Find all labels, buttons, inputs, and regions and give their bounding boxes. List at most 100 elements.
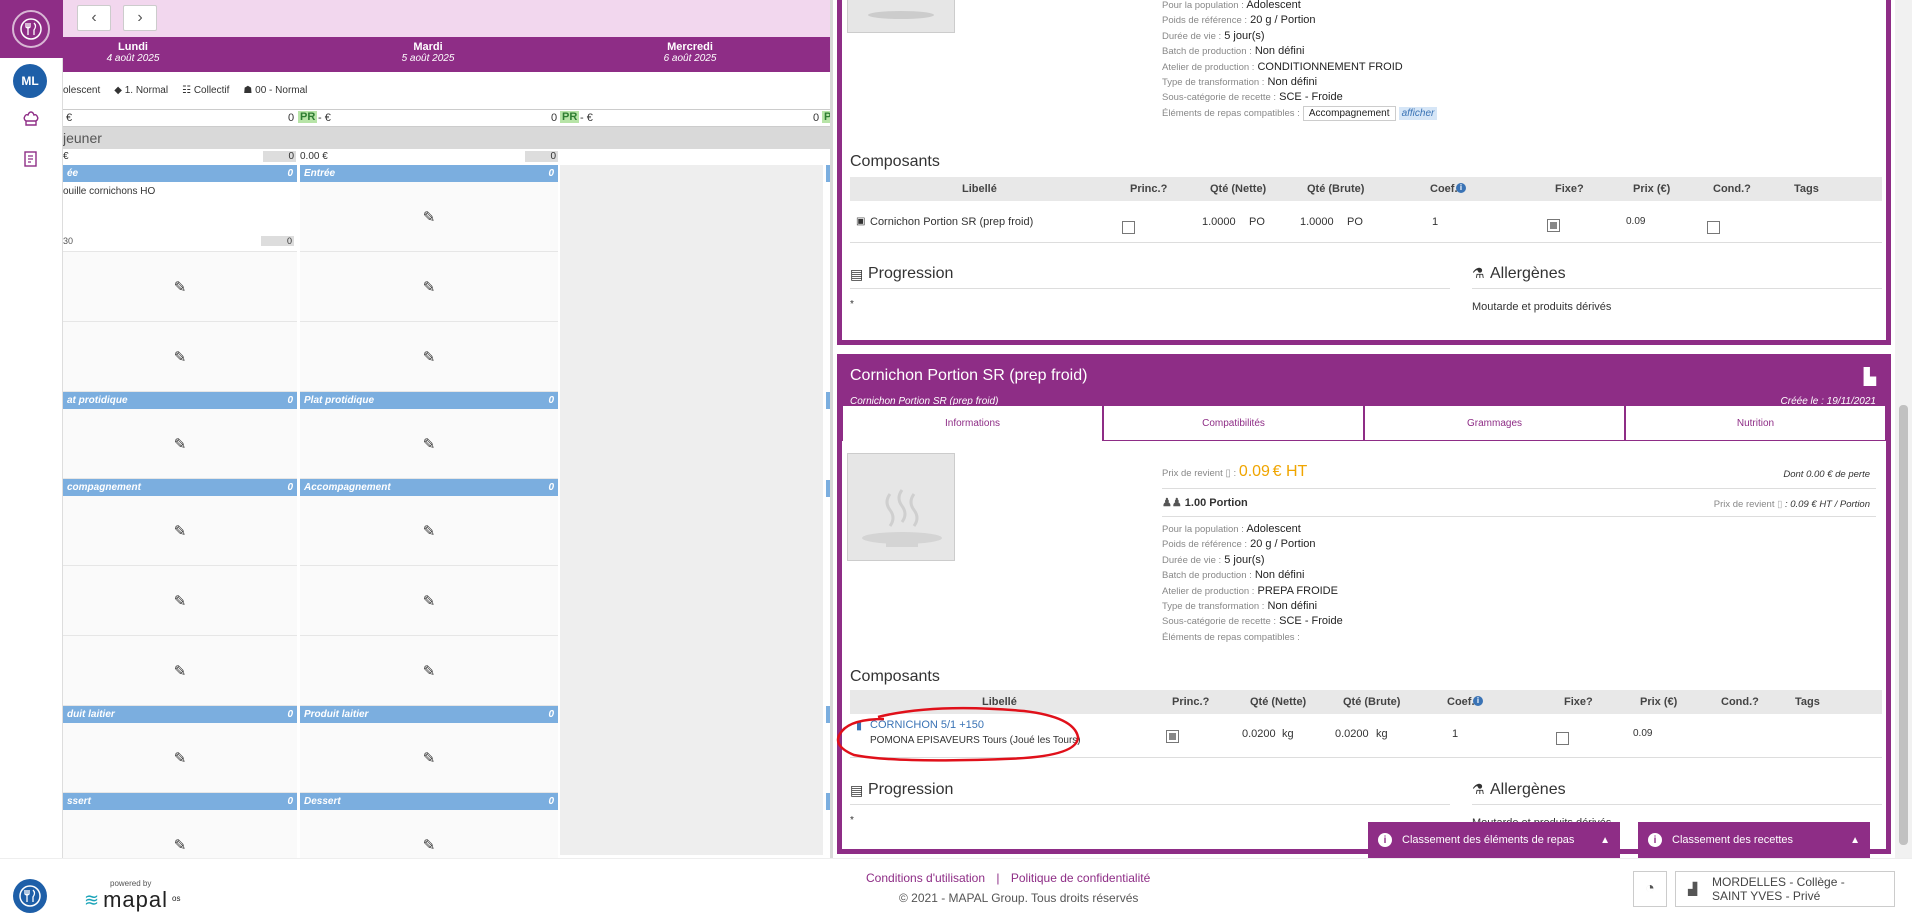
day-header-mercredi[interactable]: Mercredi 6 août 2025 [590, 41, 790, 64]
filter-type[interactable]: ☷ Collectif [182, 85, 229, 96]
day-header-lundi[interactable]: Lundi 4 août 2025 [63, 41, 233, 64]
afficher-link[interactable]: afficher [1398, 106, 1438, 120]
drop-icon: ◆ [114, 85, 125, 96]
empty-slot[interactable]: ✎ [300, 322, 558, 392]
category-count: 0 [548, 709, 554, 720]
tab-informations[interactable]: Informations [842, 405, 1103, 441]
tab-grammages[interactable]: Grammages [1364, 405, 1625, 441]
chef-hat-icon[interactable] [21, 110, 41, 130]
vertical-scrollbar[interactable] [1895, 0, 1912, 858]
prix-revient-row: Prix de revient ▯ : 0.09 € HT [1162, 463, 1307, 481]
dish-card[interactable]: ouille cornichons HO 30 0 [63, 182, 297, 252]
scrollbar-thumb[interactable] [1899, 405, 1908, 845]
empty-slot[interactable]: ✎ [300, 252, 558, 322]
info-value: 5 jour(s) [1224, 553, 1265, 566]
empty-slot[interactable]: ✎ [300, 182, 558, 252]
info-icon[interactable]: i [1473, 696, 1483, 706]
empty-slot[interactable]: ✎ [63, 252, 297, 322]
composant-libelle[interactable]: Cornichon Portion SR (prep froid) [870, 216, 1033, 228]
app-logo-icon[interactable] [13, 879, 47, 913]
category-dessert[interactable]: Dessert 0 [300, 793, 558, 810]
pencil-icon[interactable]: ✎ [423, 592, 436, 610]
fixe-checkbox[interactable] [1556, 732, 1569, 745]
pencil-icon[interactable]: ✎ [174, 435, 187, 453]
politique-link[interactable]: Politique de confidentialité [1011, 871, 1150, 885]
next-week-button[interactable]: › [123, 5, 157, 31]
col-prix: Prix (€) [1640, 696, 1678, 708]
price-value: 0 [813, 112, 820, 124]
pencil-icon[interactable]: ✎ [174, 592, 187, 610]
pencil-icon[interactable]: ✎ [423, 836, 436, 854]
empty-slot[interactable]: ✎ [63, 636, 297, 706]
col-coef: Coef. [1447, 696, 1475, 708]
empty-slot[interactable]: ✎ [63, 322, 297, 392]
info-value: Non défini [1254, 45, 1305, 58]
pencil-icon[interactable]: ✎ [423, 278, 436, 296]
card-tabs: Informations Compatibilités Grammages Nu… [842, 405, 1886, 441]
category-laitier[interactable]: Produit laitier 0 [300, 706, 558, 723]
filter-population[interactable]: olescent [63, 85, 100, 96]
fixe-checkbox[interactable] [1547, 219, 1560, 232]
pencil-icon[interactable]: ✎ [423, 348, 436, 366]
tab-nutrition[interactable]: Nutrition [1625, 405, 1886, 441]
classement-recettes-button[interactable]: i Classement des recettes ▲ [1638, 822, 1870, 858]
filter-texture[interactable]: ☗ 00 - Normal [243, 85, 307, 96]
mapal-wave-icon: ≋ [84, 889, 100, 910]
empty-slot[interactable]: ✎ [300, 810, 558, 858]
empty-slot[interactable]: ✎ [300, 723, 558, 793]
app-logo-icon[interactable] [12, 10, 50, 48]
pencil-icon[interactable]: ✎ [423, 208, 436, 226]
site-selector[interactable]: ▟ MORDELLES - Collège - SAINT YVES - Pri… [1675, 871, 1895, 907]
empty-day-column [560, 165, 823, 855]
category-accompagnement[interactable]: compagnement 0 [63, 479, 297, 496]
cond-checkbox[interactable] [1707, 221, 1720, 234]
meal-header[interactable]: jeuner [63, 127, 833, 149]
category-dessert[interactable]: ssert 0 [63, 793, 297, 810]
empty-slot[interactable]: ✎ [300, 636, 558, 706]
tab-compatibilites[interactable]: Compatibilités [1103, 405, 1364, 441]
info-value: Non défini [1254, 569, 1305, 582]
avatar[interactable]: ML [13, 64, 47, 98]
info-icon: i [1648, 833, 1662, 847]
pr-badge: PR [560, 111, 580, 123]
pencil-icon[interactable]: ✎ [423, 662, 436, 680]
col-cond: Cond.? [1721, 696, 1759, 708]
empty-slot[interactable]: ✎ [300, 496, 558, 566]
notifications-button[interactable]: ◔ [1633, 871, 1667, 907]
pencil-icon[interactable]: ✎ [174, 749, 187, 767]
prev-week-button[interactable]: ‹ [77, 5, 111, 31]
pencil-icon[interactable]: ✎ [174, 662, 187, 680]
empty-slot[interactable]: ✎ [63, 496, 297, 566]
pencil-icon[interactable]: ✎ [423, 749, 436, 767]
day-header-mardi[interactable]: Mardi 5 août 2025 [328, 41, 528, 64]
category-laitier[interactable]: duit laitier 0 [63, 706, 297, 723]
princ-checkbox[interactable] [1166, 730, 1179, 743]
category-count: 0 [287, 168, 293, 179]
pencil-icon[interactable]: ✎ [174, 348, 187, 366]
pencil-icon[interactable]: ✎ [423, 522, 436, 540]
print-icon[interactable]: ▙ [1864, 367, 1876, 387]
princ-checkbox[interactable] [1122, 221, 1135, 234]
empty-slot[interactable]: ✎ [63, 566, 297, 636]
pencil-icon[interactable]: ✎ [174, 522, 187, 540]
info-icon[interactable]: i [1456, 183, 1466, 193]
pencil-icon[interactable]: ✎ [174, 836, 187, 854]
empty-slot[interactable]: ✎ [300, 566, 558, 636]
empty-slot[interactable]: ✎ [300, 409, 558, 479]
classement-elements-button[interactable]: i Classement des éléments de repas ▲ [1368, 822, 1620, 858]
category-entree[interactable]: Entrée 0 [300, 165, 558, 182]
category-plat[interactable]: at protidique 0 [63, 392, 297, 409]
category-entree[interactable]: ée 0 [63, 165, 297, 182]
category-label: at protidique [67, 395, 128, 406]
category-accompagnement[interactable]: Accompagnement 0 [300, 479, 558, 496]
empty-slot[interactable]: ✎ [63, 409, 297, 479]
recipe-book-icon[interactable] [21, 150, 41, 170]
empty-slot[interactable]: ✎ [63, 810, 297, 858]
pencil-icon[interactable]: ✎ [174, 278, 187, 296]
filter-regime[interactable]: ◆ 1. Normal [114, 85, 168, 96]
empty-slot[interactable]: ✎ [63, 723, 297, 793]
pencil-icon[interactable]: ✎ [423, 435, 436, 453]
composant-row[interactable]: ▣ Cornichon Portion SR (prep froid) 1.00… [850, 201, 1882, 243]
category-plat[interactable]: Plat protidique 0 [300, 392, 558, 409]
conditions-link[interactable]: Conditions d'utilisation [866, 871, 985, 885]
